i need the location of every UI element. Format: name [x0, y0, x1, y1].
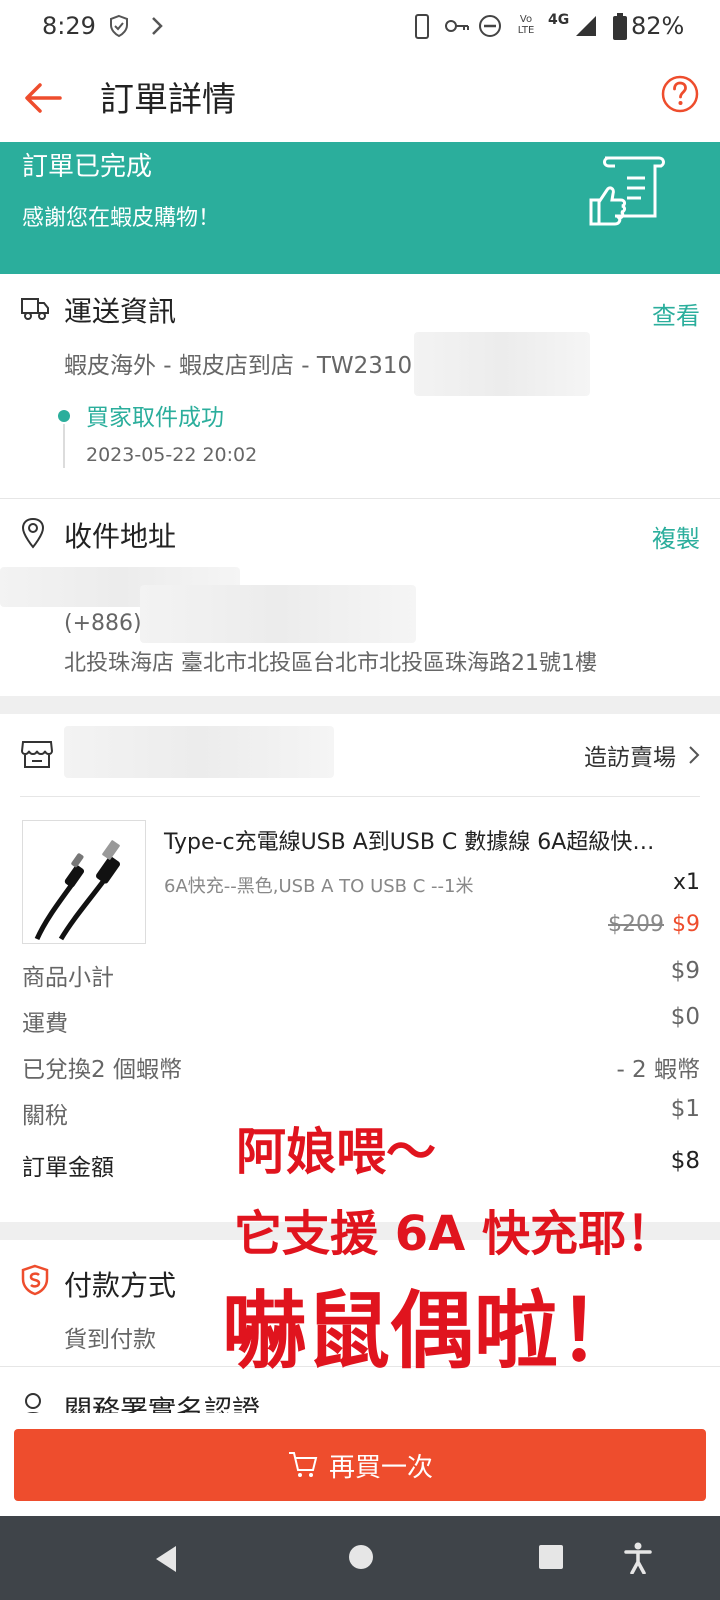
recipient-phone-redacted: [140, 585, 416, 643]
battery-percent: 82%: [631, 12, 685, 40]
volte-indicator: Vo LTE: [517, 14, 535, 36]
do-not-disturb-icon: [479, 15, 501, 37]
app-bar: 訂單詳情: [0, 56, 720, 142]
nav-recents-icon[interactable]: [538, 1544, 564, 1570]
coins-value: - 2 蝦幣: [616, 1057, 700, 1083]
back-arrow-icon[interactable]: [20, 74, 68, 122]
tracking-status: 買家取件成功: [86, 405, 224, 431]
key-icon: [445, 20, 469, 32]
buy-again-label: 再買一次: [328, 1452, 433, 1483]
shipping-method: 蝦皮海外 - 蝦皮店到店 - TW2310: [64, 353, 413, 379]
help-icon[interactable]: [660, 74, 700, 114]
receipt-thumbs-up-icon: [589, 156, 665, 226]
order-total-label: 訂單金額: [22, 1155, 114, 1181]
system-nav-bar: [0, 1516, 720, 1600]
divider: [20, 796, 700, 797]
shield-check-icon: [110, 14, 128, 38]
buy-again-button[interactable]: 再買一次: [14, 1429, 706, 1501]
network-type: 4G: [548, 12, 570, 28]
address-copy-link[interactable]: 複製: [652, 519, 700, 554]
order-status-subtitle: 感謝您在蝦皮購物！: [22, 206, 221, 231]
tracking-status-dot: [58, 410, 70, 422]
nav-home-icon[interactable]: [348, 1544, 374, 1570]
address-title: 收件地址: [64, 520, 177, 553]
usb-cable-image: [34, 840, 121, 941]
original-price: $209: [608, 912, 664, 937]
overlay-line-2: 它支援 6A 快充耶！: [234, 1206, 674, 1262]
product-name[interactable]: Type-c充電線USB A到USB C 數據線 6A超級快…: [164, 824, 654, 856]
tracking-number-redacted: [414, 332, 590, 396]
product-variant: 6A快充--黑色,USB A TO USB C --1米: [164, 876, 474, 897]
order-status-banner: 訂單已完成 感謝您在蝦皮購物！: [0, 142, 720, 274]
nav-back-icon[interactable]: [152, 1544, 180, 1574]
tracking-timeline: [63, 424, 65, 468]
payment-method: 貨到付款: [64, 1327, 156, 1353]
recipient-phone: (+886): [64, 611, 142, 636]
payment-title: 付款方式: [64, 1269, 177, 1302]
overlay-line-1: 阿娘喂～: [236, 1123, 436, 1181]
address-detail: 北投珠海店 臺北市北投區台北市北投區珠海路21號1樓: [64, 651, 597, 676]
overlay-line-3: 嚇鼠偶啦！: [222, 1282, 643, 1380]
cart-icon: [288, 1452, 318, 1477]
shop-name-redacted: [64, 726, 334, 778]
status-time: 8:29: [42, 12, 96, 40]
signal-icon: [576, 16, 596, 36]
location-pin-icon: [21, 517, 45, 549]
bottom-action-bar: 再買一次: [0, 1413, 720, 1515]
truck-icon: [21, 298, 49, 320]
visit-shop-link[interactable]: 造訪賣場: [584, 738, 700, 772]
tax-label: 關稅: [22, 1103, 68, 1129]
shipping-fee-value: $0: [670, 1004, 700, 1030]
address-section: 收件地址 複製 (+886) 北投珠海店 臺北市北投區台北市北投區珠海路21號1…: [0, 499, 720, 695]
shipping-fee-label: 運費: [22, 1011, 68, 1037]
page-title: 訂單詳情: [100, 80, 236, 120]
product-image[interactable]: [22, 820, 146, 944]
section-gap: [0, 696, 720, 714]
tax-value: $1: [670, 1096, 700, 1122]
shop-icon: [20, 741, 54, 768]
order-total-value: $8: [670, 1148, 700, 1174]
chevron-right-icon: [689, 746, 700, 764]
product-quantity: x1: [672, 870, 700, 895]
phone-icon: [415, 14, 429, 39]
chevron-right-icon: [152, 17, 163, 35]
subtotal-label: 商品小計: [22, 965, 114, 991]
customs-title: 關務署實名認證: [64, 1394, 261, 1413]
shopee-shield-icon: [21, 1264, 49, 1296]
battery-icon: [613, 13, 627, 40]
status-bar: 8:29 Vo LTE 4G 82%: [0, 0, 720, 56]
subtotal-value: $9: [670, 958, 700, 984]
visit-shop-label: 造訪賣場: [584, 745, 676, 771]
accessibility-icon[interactable]: [624, 1542, 652, 1574]
sale-price: $9: [672, 912, 700, 937]
shipping-title: 運送資訊: [64, 295, 177, 328]
shipping-section: 運送資訊 查看 蝦皮海外 - 蝦皮店到店 - TW2310 買家取件成功 202…: [0, 274, 720, 496]
tracking-timestamp: 2023-05-22 20:02: [86, 444, 258, 466]
coins-label: 已兌換2 個蝦幣: [22, 1057, 182, 1083]
shipping-view-link[interactable]: 查看: [652, 296, 700, 331]
order-status-title: 訂單已完成: [22, 152, 153, 182]
person-verify-icon: [25, 1393, 41, 1413]
product-price-row: $209 $9: [608, 912, 700, 937]
